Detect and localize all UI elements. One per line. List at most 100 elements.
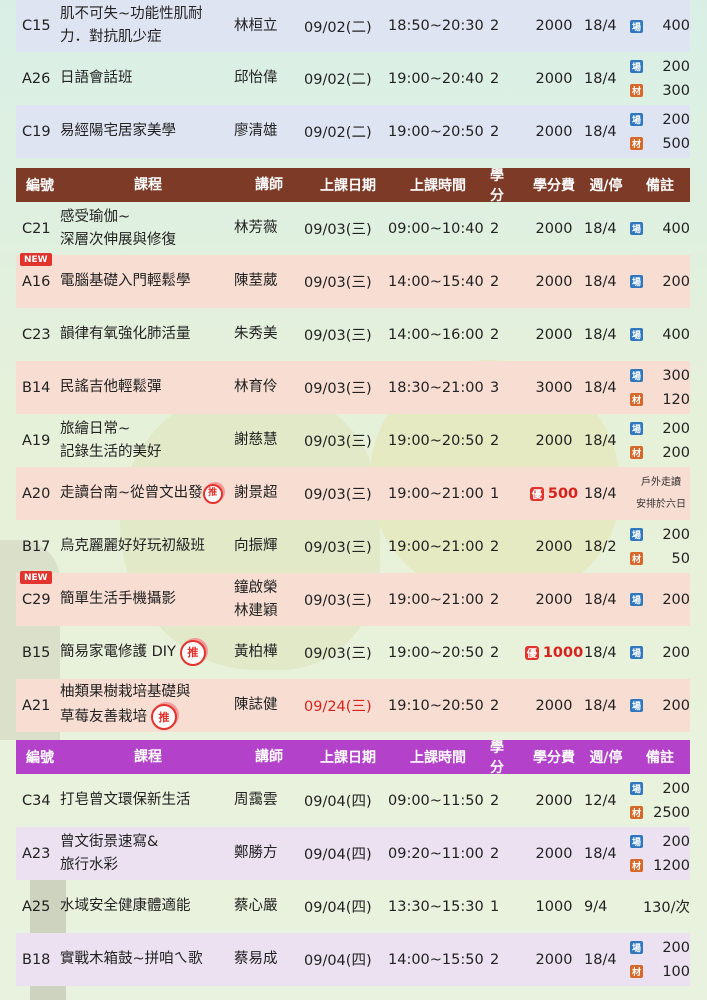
weeks: 18/4 bbox=[584, 591, 617, 608]
venue-fee-value: 200 bbox=[662, 420, 690, 437]
start-date: 09/02(二) bbox=[304, 19, 372, 36]
teacher: 陳荎葳 bbox=[234, 273, 278, 289]
material-fee-value: 2500 bbox=[653, 804, 690, 821]
venue-fee-value: 200 bbox=[662, 273, 690, 290]
material-fee: 材 50 bbox=[630, 547, 690, 571]
venue-fee: 場 200 bbox=[630, 55, 690, 79]
teacher: 蔡易成 bbox=[234, 951, 278, 967]
table-row: C23 韻律有氧強化肺活量 朱秀美 09/03(三) 14:00~16:00 2… bbox=[16, 308, 690, 361]
venue-fee-value: 400 bbox=[662, 18, 690, 34]
start-date: 09/03(三) bbox=[304, 646, 372, 662]
teacher: 向振輝 bbox=[234, 538, 278, 554]
course-code: C34 bbox=[22, 792, 51, 809]
course-code: A21 bbox=[22, 697, 51, 714]
course-name: 簡單生活手機攝影 bbox=[60, 591, 176, 607]
header-code: 編號 bbox=[26, 750, 54, 766]
course-name: 走讀台南~從曾文出發 推 bbox=[60, 467, 250, 520]
teacher: 鐘啟榮 林建穎 bbox=[234, 573, 304, 626]
teacher: 周靄雲 bbox=[234, 792, 278, 808]
table-row: C15 肌不可失~功能性肌耐 力．對抗肌少症 林桓立 09/02(二) 18:5… bbox=[16, 0, 690, 52]
teacher: 林桓立 bbox=[234, 17, 278, 34]
course-name-line: 柚類果樹栽培基礎與 bbox=[60, 684, 191, 700]
note: 場 200 材 1200 bbox=[630, 827, 690, 880]
header-week: 週/停 bbox=[589, 750, 623, 766]
venue-icon: 場 bbox=[630, 699, 643, 712]
weeks: 18/4 bbox=[584, 326, 617, 343]
weeks: 18/4 bbox=[584, 644, 617, 661]
start-date: 09/03(三) bbox=[304, 381, 372, 397]
material-icon: 材 bbox=[630, 446, 643, 459]
venue-icon: 場 bbox=[630, 528, 643, 541]
material-fee-value: 120 bbox=[662, 391, 690, 408]
start-date: 09/04(四) bbox=[304, 847, 372, 863]
fee-value: 500 bbox=[547, 485, 579, 502]
weeks: 18/4 bbox=[584, 432, 617, 449]
venue-fee-value: 300 bbox=[662, 367, 690, 384]
note-line: 安排於六日 bbox=[636, 498, 686, 510]
course-name: 韻律有氧強化肺活量 bbox=[60, 326, 191, 342]
teacher: 林育伶 bbox=[234, 379, 278, 395]
header-note: 備註 bbox=[646, 750, 674, 766]
start-date: 09/02(二) bbox=[304, 125, 372, 141]
teacher: 朱秀美 bbox=[234, 326, 278, 342]
recommend-icon: 推 bbox=[151, 704, 177, 730]
class-time: 19:00~20:50 bbox=[388, 123, 484, 140]
course-code: C19 bbox=[22, 123, 51, 140]
credits: 2 bbox=[490, 18, 500, 34]
weeks: 18/4 bbox=[584, 845, 617, 862]
credits: 3 bbox=[490, 379, 500, 396]
venue-fee: 場 200 bbox=[630, 641, 690, 665]
venue-fee: 場 200 bbox=[630, 270, 690, 294]
note: 130/次 bbox=[630, 880, 690, 933]
course-name-text: 走讀台南~從曾文出發 bbox=[60, 485, 203, 501]
course-code: B18 bbox=[22, 951, 51, 968]
table-row: A25 水域安全健康體適能 蔡心嚴 09/04(四) 13:30~15:30 1… bbox=[16, 880, 690, 933]
weeks: 18/4 bbox=[584, 123, 617, 140]
material-fee: 材 1200 bbox=[630, 854, 690, 878]
venue-fee: 場 200 bbox=[630, 588, 690, 612]
venue-icon: 場 bbox=[630, 422, 643, 435]
venue-icon: 場 bbox=[630, 328, 643, 341]
course-code: B15 bbox=[22, 644, 51, 661]
class-time: 18:30~21:00 bbox=[388, 379, 484, 396]
credits: 1 bbox=[490, 898, 500, 915]
teacher: 蔡心嚴 bbox=[234, 898, 278, 914]
class-time: 19:00~20:50 bbox=[388, 432, 484, 449]
course-code: A26 bbox=[22, 70, 51, 87]
material-icon: 材 bbox=[630, 393, 643, 406]
weeks: 18/4 bbox=[584, 379, 617, 396]
course-code: A20 bbox=[22, 485, 51, 502]
header-course: 課程 bbox=[134, 176, 162, 193]
discount-icon: 優 bbox=[524, 645, 539, 660]
material-fee: 材 300 bbox=[630, 79, 690, 103]
material-icon: 材 bbox=[630, 965, 643, 978]
material-fee: 材 2500 bbox=[630, 801, 690, 825]
teacher: 陳誌健 bbox=[234, 697, 278, 713]
header-credit: 學分 bbox=[490, 168, 504, 204]
venue-fee-value: 400 bbox=[662, 326, 690, 343]
course-name: 打皂曾文環保新生活 bbox=[60, 792, 191, 808]
venue-fee: 場 200 bbox=[630, 694, 690, 718]
note: 場 200 材 50 bbox=[630, 520, 690, 573]
credits: 2 bbox=[490, 792, 500, 809]
start-date: 09/24(三) bbox=[304, 699, 372, 715]
venue-fee: 場 200 bbox=[630, 777, 690, 801]
material-fee: 材 120 bbox=[630, 388, 690, 412]
venue-icon: 場 bbox=[630, 593, 643, 606]
note: 場 400 bbox=[630, 0, 690, 52]
teacher-name: 林建穎 bbox=[234, 602, 278, 619]
course-name: 實戰木箱鼓~拼咱ㄟ歌 bbox=[60, 951, 203, 967]
header-date: 上課日期 bbox=[320, 178, 376, 194]
start-date: 09/03(三) bbox=[304, 328, 372, 344]
course-code: C29 bbox=[22, 591, 51, 608]
weeks: 12/4 bbox=[584, 792, 617, 809]
table-row: NEW A16 電腦基礎入門輕鬆學 陳荎葳 09/03(三) 14:00~15:… bbox=[16, 253, 690, 308]
venue-fee-value: 200 bbox=[662, 833, 690, 850]
course-name: 旅繪日常~ 記錄生活的美好 bbox=[60, 414, 236, 467]
venue-fee-value: 200 bbox=[662, 591, 690, 608]
weeks: 18/4 bbox=[584, 951, 617, 968]
weeks: 9/4 bbox=[584, 898, 608, 915]
note: 場 200 bbox=[630, 573, 690, 626]
course-code: C21 bbox=[22, 220, 51, 237]
table-row: NEW C29 簡單生活手機攝影 鐘啟榮 林建穎 09/03(三) 19:00~… bbox=[16, 571, 690, 626]
